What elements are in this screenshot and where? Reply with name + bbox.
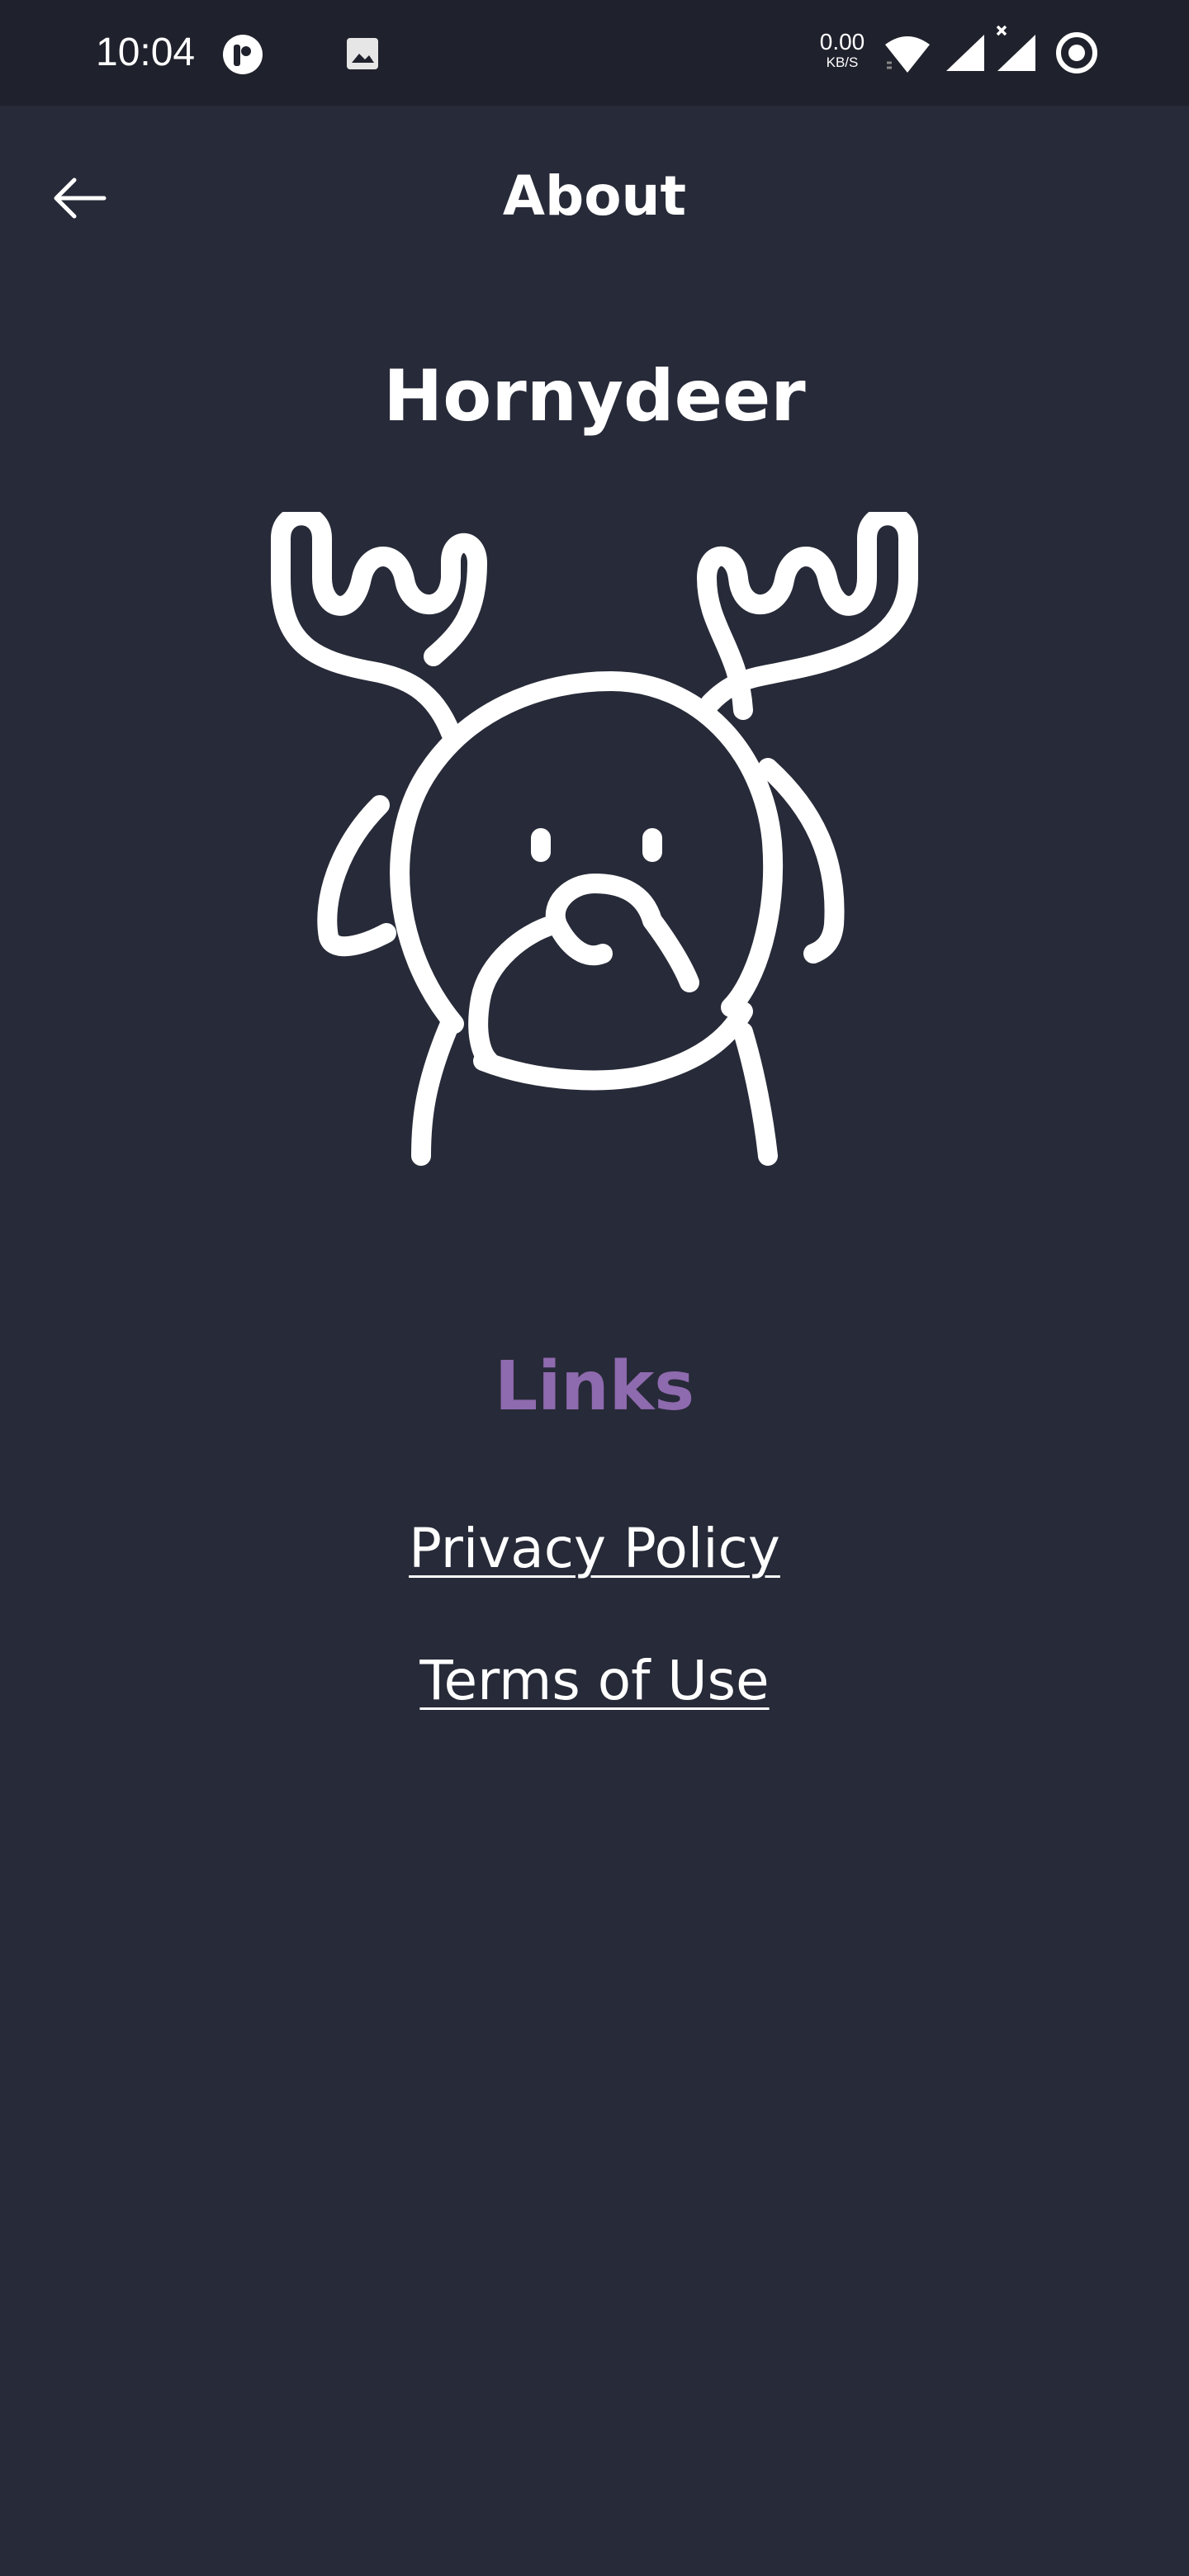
network-speed-unit: KB/S — [826, 54, 859, 70]
terms-of-use-link[interactable]: Terms of Use — [0, 1640, 1189, 1722]
signal-icon — [946, 35, 984, 71]
page-title: About — [502, 164, 687, 228]
deer-logo-icon — [271, 512, 918, 1166]
privacy-policy-link[interactable]: Privacy Policy — [0, 1508, 1189, 1590]
app-name: Hornydeer — [383, 355, 806, 438]
ring-status-icon — [1056, 32, 1097, 73]
signal-no-data-icon — [996, 25, 1035, 71]
links-heading: Links — [494, 1347, 695, 1426]
network-speed-value: 0.00 — [819, 29, 865, 54]
status-time: 10:04 — [96, 31, 196, 74]
image-notification-icon — [347, 38, 378, 69]
wifi-icon — [885, 36, 930, 73]
network-speed: 0.00 KB/S — [812, 30, 872, 71]
app-bar: About — [0, 106, 1189, 271]
status-bar: 10:04 0.00 KB/S — [0, 0, 1189, 106]
privacy-policy-label[interactable]: Privacy Policy — [409, 1517, 780, 1580]
terms-of-use-label[interactable]: Terms of Use — [419, 1649, 769, 1712]
app-notification-icon — [223, 35, 263, 74]
